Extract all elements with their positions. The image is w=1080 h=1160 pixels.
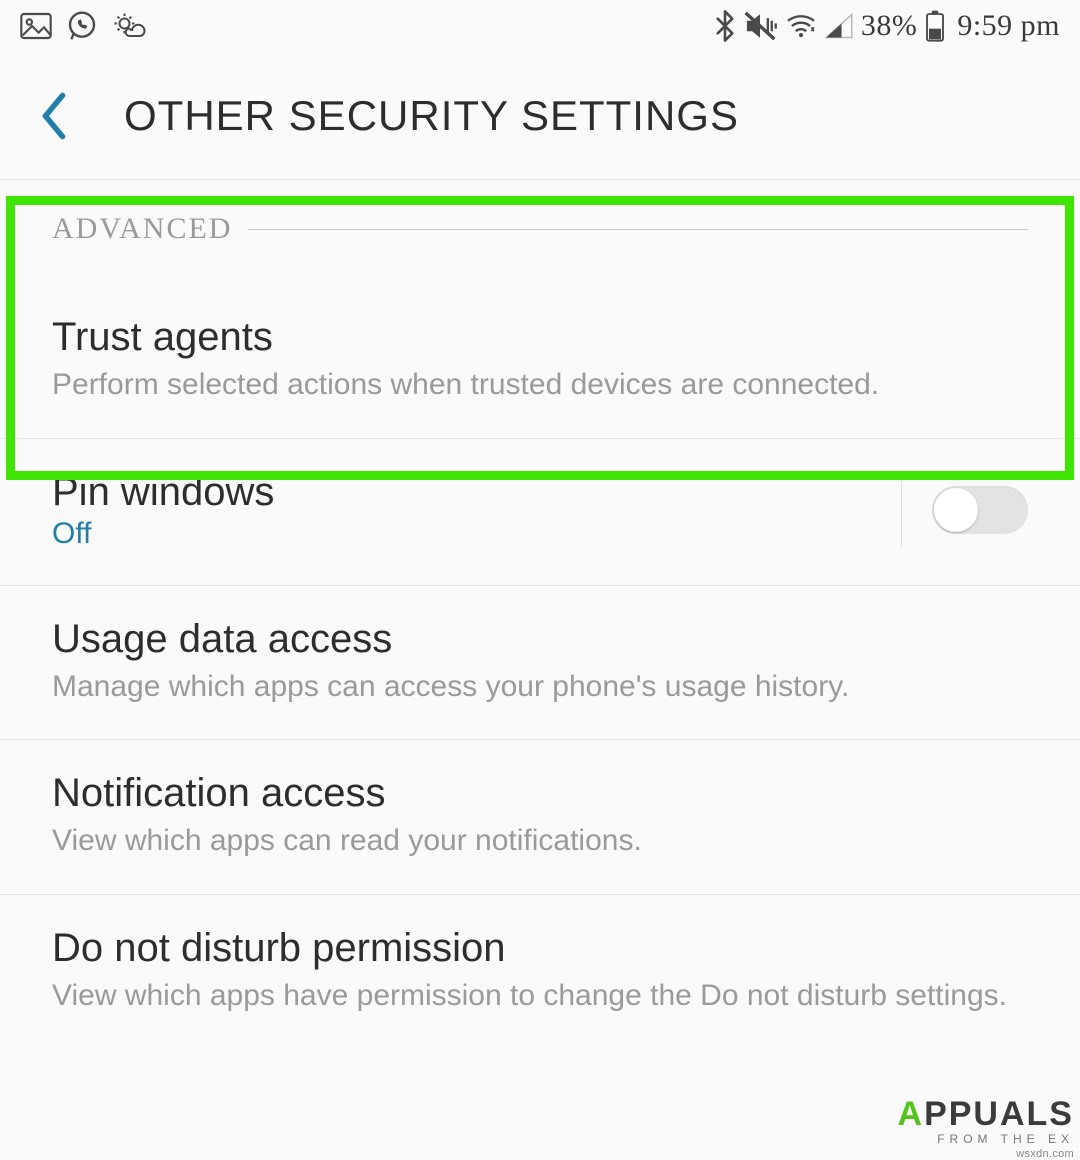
- item-title: Pin windows: [52, 469, 877, 515]
- clock-time: 9:59 pm: [957, 9, 1060, 43]
- item-trust-agents[interactable]: Trust agents Perform selected actions wh…: [0, 246, 1080, 439]
- item-subtitle: View which apps can read your notificati…: [52, 822, 1028, 860]
- pin-windows-toggle[interactable]: [932, 486, 1028, 534]
- battery-icon: [925, 10, 945, 42]
- settings-list: ADVANCED Trust agents Perform selected a…: [0, 180, 1080, 1048]
- watermark: APPUALS FROM THE EX wsxdn.com: [898, 1095, 1074, 1160]
- item-dnd-permission[interactable]: Do not disturb permission View which app…: [0, 895, 1080, 1049]
- status-right-icons: 38% 9:59 pm: [715, 9, 1060, 43]
- item-notification-access[interactable]: Notification access View which apps can …: [0, 740, 1080, 895]
- item-title: Do not disturb permission: [52, 925, 1028, 971]
- wifi-icon: [785, 13, 817, 39]
- watermark-brand-a: A: [898, 1095, 925, 1133]
- signal-icon: [825, 13, 853, 39]
- section-divider: [248, 229, 1028, 230]
- item-state: Off: [52, 517, 877, 551]
- watermark-tagline: FROM THE EX: [898, 1132, 1074, 1146]
- weather-icon: [112, 11, 152, 41]
- item-title: Notification access: [52, 770, 1028, 816]
- page-title: OTHER SECURITY SETTINGS: [124, 92, 739, 140]
- gallery-icon: [20, 12, 52, 40]
- item-pin-windows[interactable]: Pin windows Off: [0, 439, 1080, 586]
- toggle-separator: [901, 472, 902, 548]
- status-left-icons: [20, 10, 152, 42]
- item-title: Usage data access: [52, 616, 1028, 662]
- section-label: ADVANCED: [52, 212, 232, 246]
- status-bar: 38% 9:59 pm: [0, 0, 1080, 52]
- watermark-brand-rest: PPUALS: [924, 1095, 1074, 1133]
- toggle-knob: [934, 488, 978, 532]
- battery-percent: 38%: [861, 9, 918, 43]
- item-subtitle: Manage which apps can access your phone'…: [52, 668, 1028, 706]
- watermark-site: wsxdn.com: [898, 1148, 1074, 1160]
- whatsapp-icon: [66, 10, 98, 42]
- item-subtitle: View which apps have permission to chang…: [52, 977, 1028, 1015]
- item-usage-data-access[interactable]: Usage data access Manage which apps can …: [0, 586, 1080, 741]
- watermark-brand: APPUALS: [898, 1095, 1074, 1134]
- back-button[interactable]: [32, 94, 76, 138]
- item-subtitle: Perform selected actions when trusted de…: [52, 366, 1028, 404]
- mute-vibrate-icon: [743, 10, 777, 42]
- section-header-advanced: ADVANCED: [0, 180, 1080, 246]
- item-title: Trust agents: [52, 314, 1028, 360]
- bluetooth-icon: [715, 10, 735, 42]
- app-bar: OTHER SECURITY SETTINGS: [0, 52, 1080, 180]
